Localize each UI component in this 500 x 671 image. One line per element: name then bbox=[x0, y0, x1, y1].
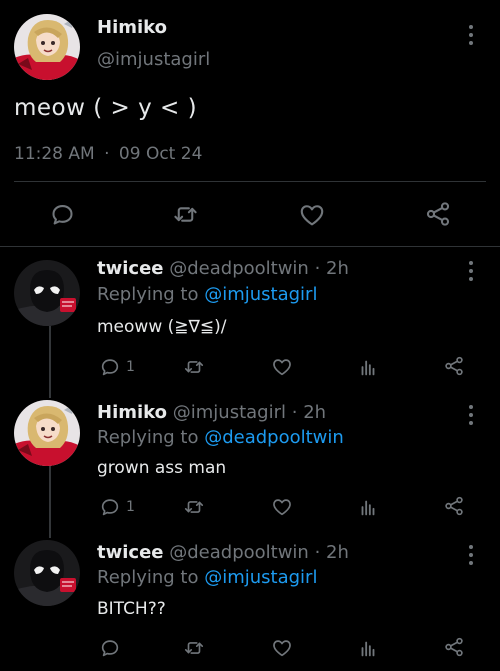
heart-icon bbox=[271, 356, 293, 378]
thread-line bbox=[49, 466, 51, 538]
tweet-text: meow ( > y < ) bbox=[14, 95, 198, 121]
heart-icon bbox=[271, 637, 293, 659]
replying-to: Replying to @imjustagirl bbox=[97, 567, 317, 588]
stats-icon bbox=[357, 496, 379, 518]
reply-age: 2h bbox=[326, 258, 349, 279]
author-name[interactable]: Himiko bbox=[97, 402, 167, 423]
retweet-button[interactable] bbox=[183, 356, 205, 378]
more-icon[interactable] bbox=[463, 258, 479, 284]
retweet-icon bbox=[183, 637, 205, 659]
heart-icon bbox=[298, 201, 326, 229]
retweet-button[interactable] bbox=[183, 496, 205, 518]
reply-text: meoww (≧∇≦)/ bbox=[97, 317, 227, 337]
divider bbox=[14, 181, 486, 182]
replying-to: Replying to @deadpooltwin bbox=[97, 427, 344, 448]
stats-icon bbox=[357, 356, 379, 378]
share-icon bbox=[443, 636, 465, 658]
reply-icon bbox=[99, 637, 121, 659]
author-name[interactable]: twicee bbox=[97, 258, 164, 279]
replying-to: Replying to @imjustagirl bbox=[97, 284, 317, 305]
tweet-timestamp: 11:28 AM · 09 Oct 24 bbox=[14, 144, 202, 164]
heart-icon bbox=[271, 496, 293, 518]
like-button[interactable] bbox=[271, 356, 293, 378]
tweet-date: 09 Oct 24 bbox=[118, 144, 203, 164]
reply-header: twicee @deadpooltwin · 2h bbox=[97, 258, 349, 279]
share-icon bbox=[424, 200, 452, 228]
avatar[interactable] bbox=[14, 14, 80, 80]
reply-button[interactable]: 1 bbox=[99, 356, 135, 378]
avatar-image bbox=[14, 400, 80, 466]
author-handle[interactable]: @deadpooltwin bbox=[169, 258, 309, 279]
retweet-button[interactable] bbox=[172, 201, 199, 228]
reply-count: 1 bbox=[126, 499, 135, 515]
avatar[interactable] bbox=[14, 260, 80, 326]
replying-to-label: Replying to bbox=[97, 427, 199, 448]
separator-dot: · bbox=[314, 258, 321, 279]
tweet-time: 11:28 AM bbox=[14, 144, 95, 164]
reply-text: grown ass man bbox=[97, 458, 227, 478]
share-button[interactable] bbox=[443, 636, 465, 658]
avatar-image bbox=[14, 540, 80, 606]
reply-header: twicee @deadpooltwin · 2h bbox=[97, 542, 349, 563]
reply-age: 2h bbox=[326, 542, 349, 563]
author-handle[interactable]: @deadpooltwin bbox=[169, 542, 309, 563]
avatar-image bbox=[14, 260, 80, 326]
more-icon[interactable] bbox=[463, 402, 479, 428]
reply-icon bbox=[99, 356, 121, 378]
reply-button[interactable] bbox=[49, 201, 76, 228]
divider bbox=[0, 246, 500, 247]
stats-button[interactable] bbox=[357, 356, 379, 378]
like-button[interactable] bbox=[298, 201, 326, 229]
like-button[interactable] bbox=[271, 496, 293, 518]
retweet-button[interactable] bbox=[183, 637, 205, 659]
stats-button[interactable] bbox=[357, 637, 379, 659]
retweet-icon bbox=[183, 356, 205, 378]
avatar[interactable] bbox=[14, 400, 80, 466]
reply-icon bbox=[49, 201, 76, 228]
more-icon[interactable] bbox=[463, 542, 479, 568]
author-handle[interactable]: @imjustagirl bbox=[173, 402, 286, 423]
like-button[interactable] bbox=[271, 637, 293, 659]
retweet-icon bbox=[183, 496, 205, 518]
share-button[interactable] bbox=[443, 355, 465, 377]
replying-to-label: Replying to bbox=[97, 284, 199, 305]
more-icon[interactable] bbox=[463, 22, 479, 48]
reply-header: Himiko @imjustagirl · 2h bbox=[97, 402, 326, 423]
reply-button[interactable] bbox=[99, 637, 121, 659]
share-button[interactable] bbox=[424, 200, 452, 228]
separator-dot: · bbox=[314, 542, 321, 563]
replying-to-label: Replying to bbox=[97, 567, 199, 588]
author-name[interactable]: Himiko bbox=[97, 17, 167, 38]
reply-text: BITCH?? bbox=[97, 599, 166, 619]
thread-line bbox=[49, 326, 51, 398]
reply-button[interactable]: 1 bbox=[99, 496, 135, 518]
stats-button[interactable] bbox=[357, 496, 379, 518]
reply-count: 1 bbox=[126, 359, 135, 375]
share-icon bbox=[443, 495, 465, 517]
author-name[interactable]: twicee bbox=[97, 542, 164, 563]
replying-to-handle[interactable]: @deadpooltwin bbox=[204, 427, 344, 448]
separator-dot: · bbox=[104, 144, 110, 164]
reply-icon bbox=[99, 496, 121, 518]
retweet-icon bbox=[172, 201, 199, 228]
share-icon bbox=[443, 355, 465, 377]
author-handle[interactable]: @imjustagirl bbox=[97, 49, 210, 70]
avatar[interactable] bbox=[14, 540, 80, 606]
separator-dot: · bbox=[291, 402, 298, 423]
stats-icon bbox=[357, 637, 379, 659]
replying-to-handle[interactable]: @imjustagirl bbox=[204, 284, 317, 305]
replying-to-handle[interactable]: @imjustagirl bbox=[204, 567, 317, 588]
avatar-image bbox=[14, 14, 80, 80]
share-button[interactable] bbox=[443, 495, 465, 517]
reply-age: 2h bbox=[303, 402, 327, 423]
